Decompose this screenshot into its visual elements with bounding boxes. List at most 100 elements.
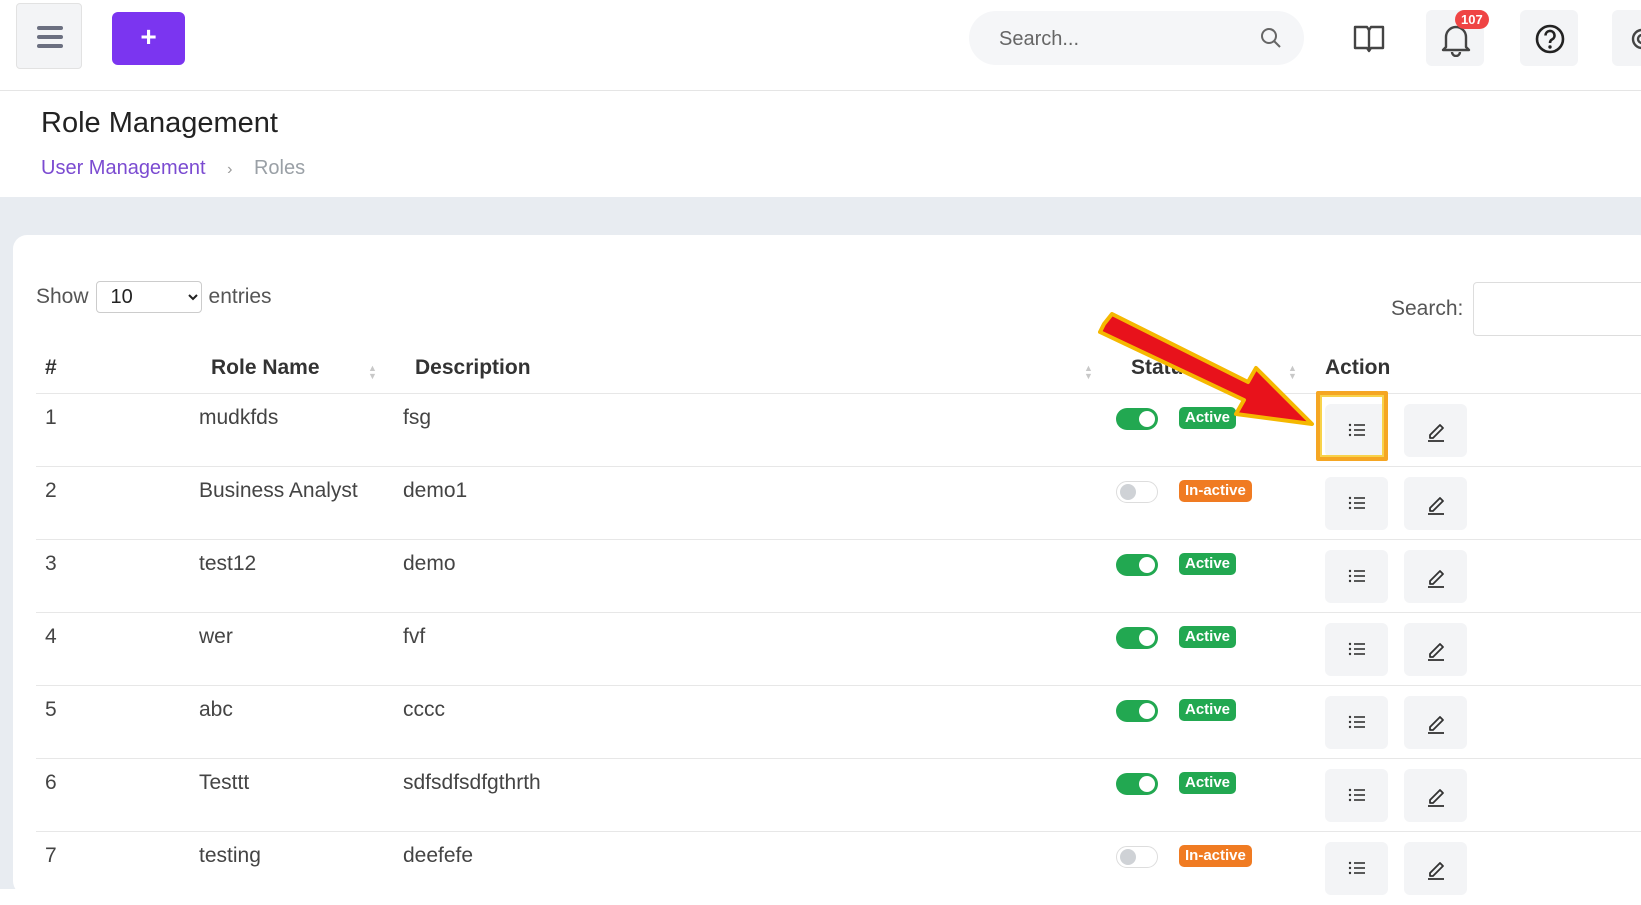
search-icon[interactable]: [1260, 27, 1282, 49]
toggle-knob: [1139, 776, 1155, 792]
edit-button[interactable]: [1404, 477, 1467, 530]
status-badge: Active: [1179, 699, 1237, 721]
breadcrumb-current: Roles: [253, 157, 306, 179]
cell-description: fvf: [403, 625, 426, 648]
col-header-role-name[interactable]: Role Name: [211, 356, 320, 380]
cell-number: 2: [45, 479, 57, 502]
edit-icon: [1428, 643, 1444, 661]
cell-description: demo1: [403, 479, 468, 502]
view-permissions-button[interactable]: [1325, 842, 1388, 895]
table-row: 5 abc cccc Active: [36, 685, 1641, 759]
status-toggle[interactable]: [1116, 846, 1158, 868]
help-button[interactable]: [1520, 10, 1578, 66]
list-icon: [1348, 569, 1365, 583]
table-search: Search:: [1391, 282, 1641, 336]
view-permissions-button[interactable]: [1325, 477, 1388, 530]
sort-icon[interactable]: ▲ ▼: [368, 364, 377, 381]
table-row: 1 mudkfds fsg Active: [36, 393, 1641, 467]
edit-button[interactable]: [1404, 696, 1467, 749]
entries-label: entries: [208, 285, 272, 308]
toggle-knob: [1139, 557, 1155, 573]
status-badge: Active: [1179, 553, 1237, 575]
table-search-label: Search:: [1391, 297, 1464, 320]
list-icon: [1348, 788, 1365, 802]
table-search-input[interactable]: [1473, 282, 1641, 336]
toggle-knob: [1139, 630, 1155, 646]
edit-icon: [1428, 862, 1444, 880]
status-badge: Active: [1179, 772, 1237, 794]
edit-button[interactable]: [1404, 404, 1467, 457]
cell-description: sdfsdfsdfgthrth: [403, 771, 541, 794]
status-badge: Active: [1179, 626, 1237, 648]
edit-icon: [1428, 716, 1444, 734]
status-toggle[interactable]: [1116, 773, 1158, 795]
cell-role-name: Testtt: [199, 771, 250, 794]
col-header-number[interactable]: #: [45, 356, 57, 380]
docs-button[interactable]: [1339, 10, 1397, 66]
cell-number: 4: [45, 625, 57, 648]
toggle-knob: [1139, 703, 1155, 719]
menu-icon: [37, 26, 63, 30]
cell-role-name: wer: [199, 625, 233, 648]
edit-button[interactable]: [1404, 550, 1467, 603]
cell-description: deefefe: [403, 844, 474, 867]
list-icon: [1348, 861, 1365, 875]
status-badge: In-active: [1179, 480, 1252, 502]
cell-description: cccc: [403, 698, 445, 721]
list-icon: [1348, 642, 1365, 656]
table-row: 7 testing deefefe In-active: [36, 831, 1641, 905]
view-permissions-button[interactable]: [1325, 696, 1388, 749]
cell-role-name: mudkfds: [199, 406, 279, 429]
cell-role-name: Business Analyst: [199, 479, 358, 502]
add-button[interactable]: +: [112, 12, 185, 65]
breadcrumb-separator: ›: [227, 161, 233, 178]
edit-button[interactable]: [1404, 769, 1467, 822]
view-permissions-button[interactable]: [1325, 550, 1388, 603]
col-header-description[interactable]: Description: [415, 356, 531, 380]
cell-description: demo: [403, 552, 456, 575]
entries-control: Show 10 entries: [36, 281, 272, 313]
sort-icon[interactable]: ▲ ▼: [1084, 364, 1093, 381]
help-icon: [1535, 24, 1565, 54]
list-icon: [1348, 715, 1365, 729]
entries-select[interactable]: 10: [95, 281, 202, 313]
top-bar: + 107: [0, 0, 1641, 91]
toggle-knob: [1120, 484, 1136, 500]
cell-role-name: test12: [199, 552, 257, 575]
table-row: 6 Testtt sdfsdfsdfgthrth Active: [36, 758, 1641, 832]
edit-button[interactable]: [1404, 842, 1467, 895]
view-permissions-button[interactable]: [1325, 769, 1388, 822]
arrow-annotation-icon: [1098, 312, 1314, 426]
status-toggle[interactable]: [1116, 700, 1158, 722]
menu-button[interactable]: [16, 3, 82, 69]
page-title: Role Management: [41, 107, 278, 139]
table-row: 2 Business Analyst demo1 In-active: [36, 466, 1641, 540]
col-header-action: Action: [1325, 356, 1391, 379]
edit-icon: [1428, 497, 1444, 515]
cell-number: 6: [45, 771, 57, 794]
cell-number: 7: [45, 844, 57, 867]
toggle-knob: [1120, 849, 1136, 865]
show-label: Show: [36, 285, 89, 308]
cell-role-name: testing: [199, 844, 261, 867]
edit-icon: [1428, 789, 1444, 807]
breadcrumb-user-management[interactable]: User Management: [41, 157, 206, 179]
edit-icon: [1428, 570, 1444, 588]
search-input[interactable]: [997, 11, 1261, 67]
notification-badge: 107: [1455, 10, 1489, 29]
cell-number: 1: [45, 406, 57, 429]
view-permissions-button[interactable]: [1325, 623, 1388, 676]
edit-button[interactable]: [1404, 623, 1467, 676]
status-toggle[interactable]: [1116, 627, 1158, 649]
highlight-box: [1316, 391, 1388, 461]
gear-icon: [1631, 28, 1641, 50]
page-header: Role Management User Management › Roles: [0, 91, 1641, 197]
list-icon: [1348, 496, 1365, 510]
status-toggle[interactable]: [1116, 481, 1158, 503]
status-toggle[interactable]: [1116, 554, 1158, 576]
edit-icon: [1428, 424, 1444, 442]
settings-button[interactable]: [1612, 10, 1641, 66]
table-row: 4 wer fvf Active: [36, 612, 1641, 686]
cell-number: 3: [45, 552, 57, 575]
global-search: [969, 11, 1304, 67]
